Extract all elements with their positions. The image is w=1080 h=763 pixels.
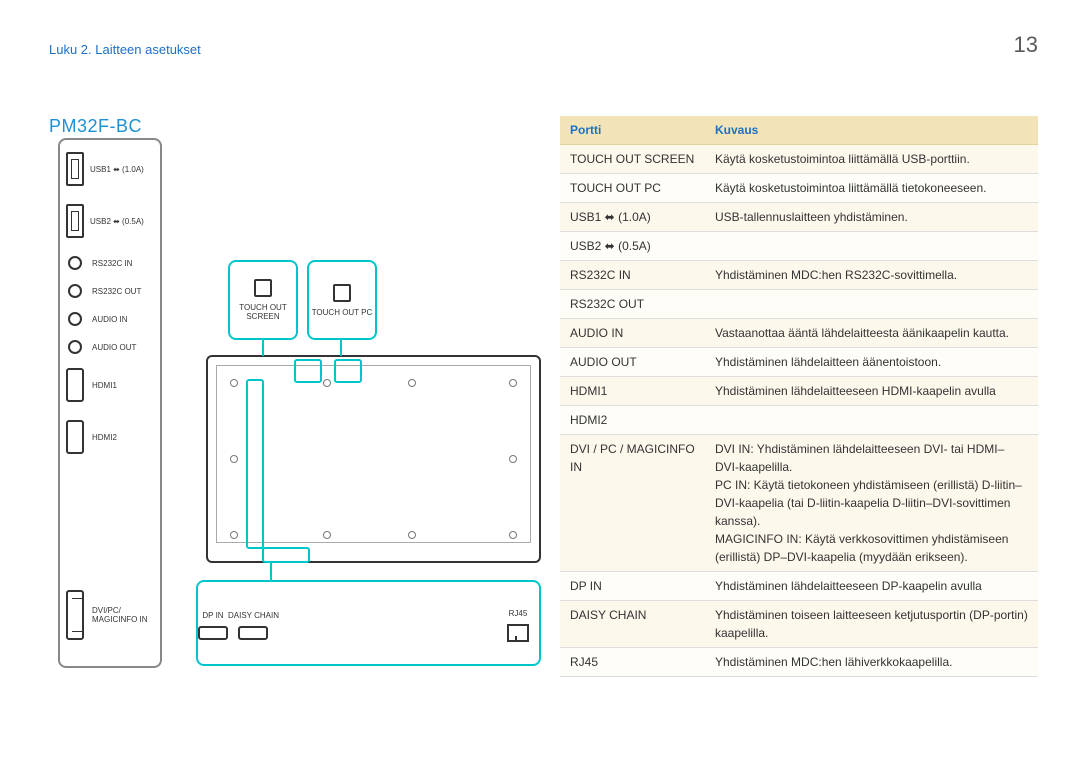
hdmi2-icon: [66, 420, 84, 454]
audio-in-icon: [68, 312, 82, 326]
touch-out-screen-icon: [254, 279, 272, 297]
daisy-chain-icon: [238, 626, 268, 640]
chapter-title: Luku 2. Laitteen asetukset: [49, 42, 201, 57]
rj45-label: RJ45: [509, 609, 528, 618]
port-desc-cell: DVI IN: Yhdistäminen lähdelaitteeseen DV…: [705, 435, 1038, 572]
dp-in-label: DP IN: [202, 611, 223, 620]
touch-out-screen-box: TOUCH OUT SCREEN: [228, 260, 298, 340]
port-name-cell: USB1 ⬌ (1.0A): [560, 203, 705, 232]
touch-out-screen-label: TOUCH OUT SCREEN: [230, 303, 296, 321]
port-desc-cell: Vastaanottaa ääntä lähdelaitteesta äänik…: [705, 319, 1038, 348]
table-row: RS232C OUT: [560, 290, 1038, 319]
ports-table-header-desc: Kuvaus: [705, 116, 1038, 145]
port-name-cell: DAISY CHAIN: [560, 601, 705, 648]
dvi-icon: [66, 590, 84, 640]
port-name-cell: DP IN: [560, 572, 705, 601]
rs232c-in-icon: [68, 256, 82, 270]
port-desc-cell: Yhdistäminen lähdelaitteeseen DP-kaapeli…: [705, 572, 1038, 601]
model-name: PM32F-BC: [49, 116, 142, 137]
table-row: HDMI2: [560, 406, 1038, 435]
audio-out-label: AUDIO OUT: [92, 343, 136, 352]
port-desc-cell: Käytä kosketustoimintoa liittämällä USB-…: [705, 145, 1038, 174]
table-row: RJ45Yhdistäminen MDC:hen lähiverkkokaape…: [560, 648, 1038, 677]
port-desc-cell: [705, 232, 1038, 261]
ports-table: Portti Kuvaus TOUCH OUT SCREENKäytä kosk…: [560, 116, 1038, 677]
usb2-icon: [66, 204, 84, 238]
port-name-cell: TOUCH OUT PC: [560, 174, 705, 203]
port-name-cell: TOUCH OUT SCREEN: [560, 145, 705, 174]
ports-table-header-port: Portti: [560, 116, 705, 145]
usb1-icon: [66, 152, 84, 186]
audio-in-label: AUDIO IN: [92, 315, 128, 324]
table-row: RS232C INYhdistäminen MDC:hen RS232C-sov…: [560, 261, 1038, 290]
table-row: HDMI1Yhdistäminen lähdelaitteeseen HDMI-…: [560, 377, 1038, 406]
dp-in-icon: [198, 626, 228, 640]
hdmi1-icon: [66, 368, 84, 402]
port-desc-cell: Yhdistäminen toiseen laitteeseen ketjutu…: [705, 601, 1038, 648]
table-row: DVI / PC / MAGICINFO INDVI IN: Yhdistämi…: [560, 435, 1038, 572]
rs232c-out-label: RS232C OUT: [92, 287, 141, 296]
table-row: USB1 ⬌ (1.0A)USB-tallennuslaitteen yhdis…: [560, 203, 1038, 232]
rj45-icon: [507, 624, 529, 642]
connector-line: [340, 340, 342, 356]
touch-out-pc-box: TOUCH OUT PC: [307, 260, 377, 340]
port-desc-cell: Yhdistäminen MDC:hen RS232C-sovittimella…: [705, 261, 1038, 290]
back-panel-diagram: [206, 355, 541, 563]
table-row: AUDIO OUTYhdistäminen lähdelaitteen ääne…: [560, 348, 1038, 377]
audio-out-icon: [68, 340, 82, 354]
port-desc-cell: [705, 406, 1038, 435]
table-row: TOUCH OUT SCREENKäytä kosketustoimintoa …: [560, 145, 1038, 174]
connector-line: [262, 340, 264, 356]
port-desc-cell: Yhdistäminen lähdelaitteeseen HDMI-kaape…: [705, 377, 1038, 406]
rs232c-out-icon: [68, 284, 82, 298]
page-number: 13: [1014, 32, 1038, 58]
port-desc-cell: [705, 290, 1038, 319]
port-name-cell: USB2 ⬌ (0.5A): [560, 232, 705, 261]
table-row: AUDIO INVastaanottaa ääntä lähdelaittees…: [560, 319, 1038, 348]
dvi-label: DVI/PC/ MAGICINFO IN: [92, 606, 154, 624]
port-desc-cell: Yhdistäminen lähdelaitteen äänentoistoon…: [705, 348, 1038, 377]
usb1-label: USB1 ⬌ (1.0A): [90, 165, 144, 174]
connector-line: [270, 563, 272, 581]
hdmi1-label: HDMI1: [92, 381, 117, 390]
daisy-chain-label: DAISY CHAIN: [228, 611, 279, 620]
port-desc-cell: USB-tallennuslaitteen yhdistäminen.: [705, 203, 1038, 232]
port-desc-cell: Käytä kosketustoimintoa liittämällä tiet…: [705, 174, 1038, 203]
touch-out-pc-label: TOUCH OUT PC: [312, 308, 373, 317]
table-row: TOUCH OUT PCKäytä kosketustoimintoa liit…: [560, 174, 1038, 203]
port-name-cell: RJ45: [560, 648, 705, 677]
usb2-label: USB2 ⬌ (0.5A): [90, 217, 144, 226]
port-name-cell: DVI / PC / MAGICINFO IN: [560, 435, 705, 572]
port-name-cell: RS232C OUT: [560, 290, 705, 319]
port-name-cell: HDMI2: [560, 406, 705, 435]
side-port-panel: USB1 ⬌ (1.0A) USB2 ⬌ (0.5A) RS232C IN RS…: [58, 138, 162, 668]
table-row: DP INYhdistäminen lähdelaitteeseen DP-ka…: [560, 572, 1038, 601]
table-row: DAISY CHAINYhdistäminen toiseen laittees…: [560, 601, 1038, 648]
port-name-cell: AUDIO IN: [560, 319, 705, 348]
table-row: USB2 ⬌ (0.5A): [560, 232, 1038, 261]
port-name-cell: HDMI1: [560, 377, 705, 406]
port-name-cell: RS232C IN: [560, 261, 705, 290]
rs232c-in-label: RS232C IN: [92, 259, 132, 268]
hdmi2-label: HDMI2: [92, 433, 117, 442]
port-name-cell: AUDIO OUT: [560, 348, 705, 377]
port-desc-cell: Yhdistäminen MDC:hen lähiverkkokaapelill…: [705, 648, 1038, 677]
touch-out-pc-icon: [333, 284, 351, 302]
bottom-port-bar: DP IN DAISY CHAIN RJ45: [196, 580, 541, 666]
